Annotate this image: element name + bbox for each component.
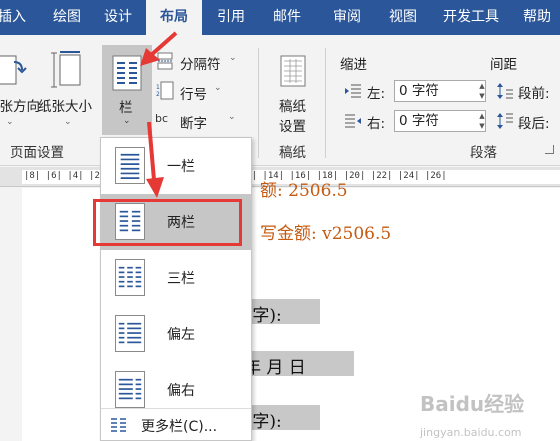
watermark-main: Baidu经验: [420, 392, 525, 416]
annotation-arrow-to-columns: [140, 31, 178, 66]
annotation-arrows: [140, 31, 178, 198]
baidu-watermark-logo: Baidu经验 jingyan.baidu.com: [420, 388, 524, 441]
watermark-sub: jingyan.baidu.com: [420, 426, 522, 439]
annotation-arrow-to-two-columns: [146, 121, 164, 198]
